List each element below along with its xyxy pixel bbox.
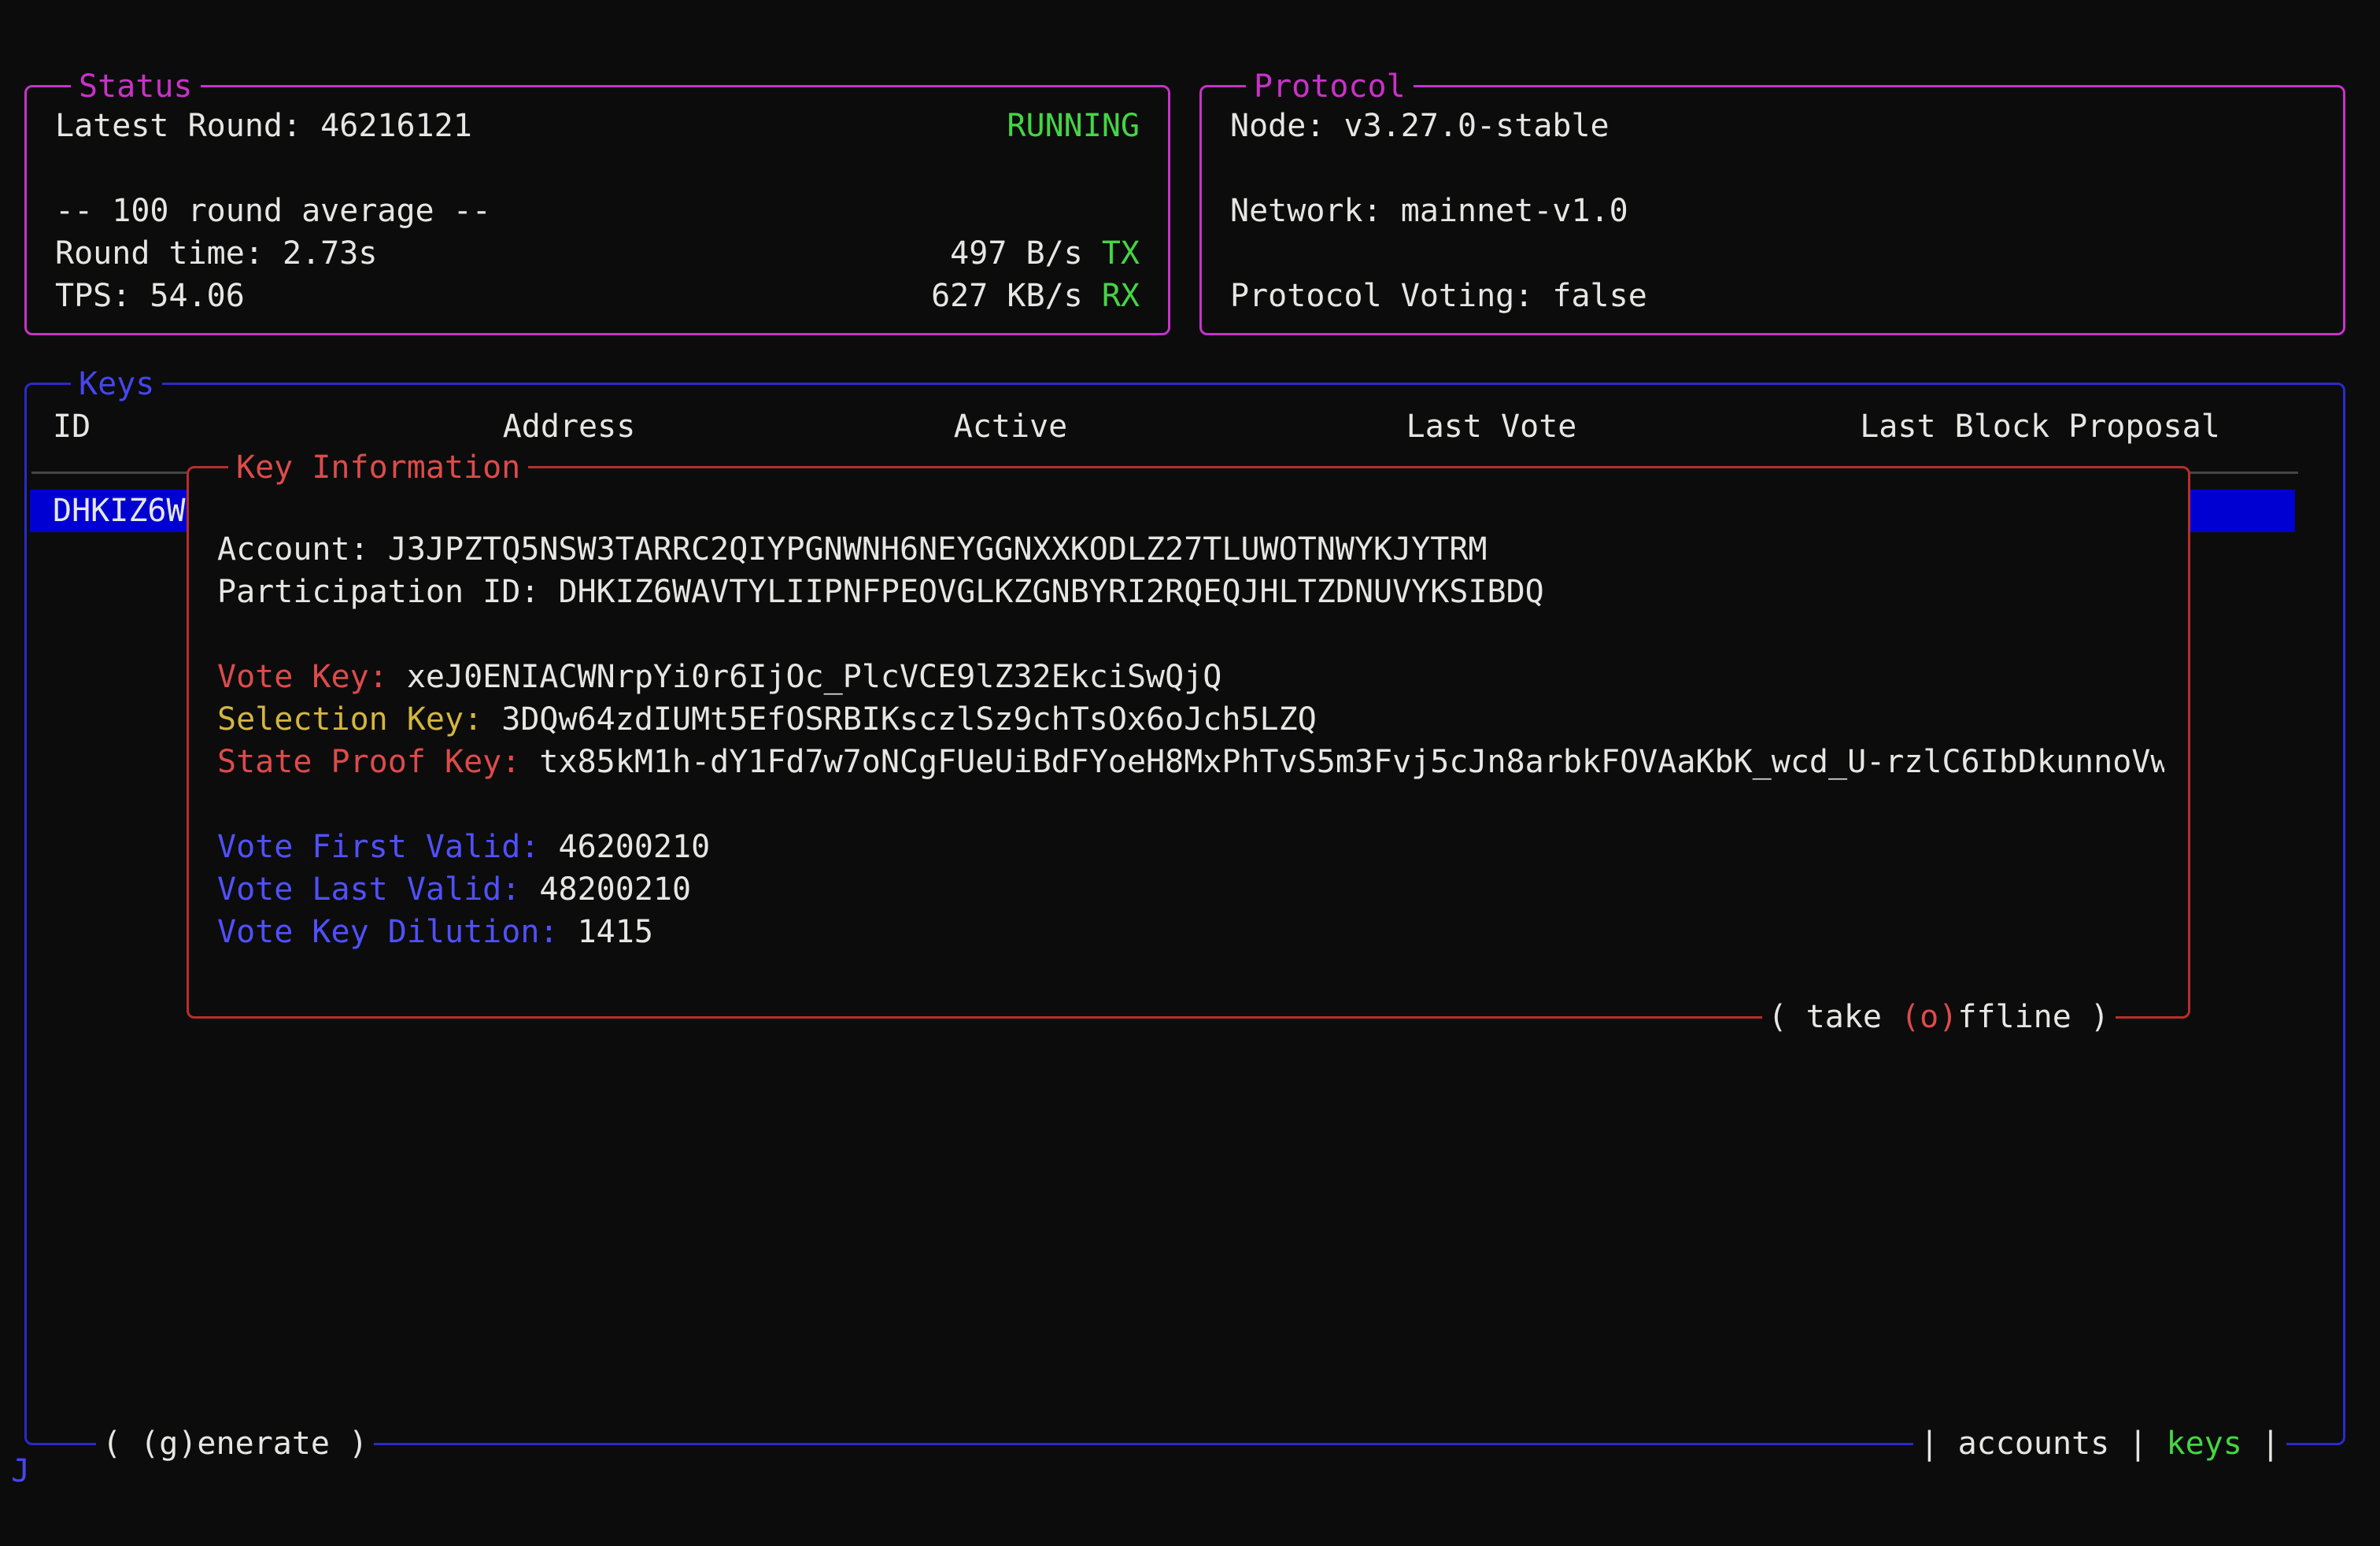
tab-keys[interactable]: keys xyxy=(2167,1426,2242,1462)
latest-round-text: Latest Round: 46216121 xyxy=(55,105,472,147)
network-text: Network: mainnet-v1.0 xyxy=(1230,190,1628,232)
participation-id-label: Participation ID: xyxy=(217,574,539,610)
vote-last-valid-value: 48200210 xyxy=(539,871,691,908)
tx-rate: 497 B/s TX xyxy=(950,232,1140,275)
offline-button-suffix: ffline ) xyxy=(1957,999,2109,1035)
modal-blank-line-1 xyxy=(217,613,2164,656)
vote-key-label: Vote Key: xyxy=(217,659,388,695)
offline-button-prefix: ( take xyxy=(1768,999,1901,1035)
offline-button-hotkey: (o) xyxy=(1901,999,1957,1035)
key-information-modal: Key Information Account: J3JPZTQ5NSW3TAR… xyxy=(187,466,2190,1019)
rx-rate: 627 KB/s RX xyxy=(931,275,1140,317)
status-row-latest-round: Latest Round: 46216121 RUNNING xyxy=(55,105,1140,147)
tab-separator-left: | xyxy=(1920,1426,1957,1462)
terminal-screen: Status Latest Round: 46216121 RUNNING -- … xyxy=(0,0,2380,1546)
round-average-heading: -- 100 round average -- xyxy=(55,190,491,232)
take-offline-button[interactable]: ( take (o)ffline ) xyxy=(1762,996,2116,1038)
column-header-id: ID xyxy=(53,405,91,448)
vote-last-valid-label: Vote Last Valid: xyxy=(217,871,520,908)
status-panel: Status Latest Round: 46216121RUNNING -- … xyxy=(24,85,1170,335)
status-row-blank xyxy=(55,147,1140,190)
vote-key-dilution-line: Vote Key Dilution: 1415 xyxy=(217,911,2164,953)
state-proof-key-value: tx85kM1h-dY1Fd7w7oNCgFUeUiBdFYoeH8MxPhTv… xyxy=(539,744,2164,780)
column-header-active: Active xyxy=(954,405,1068,448)
protocol-row-network: Network: mainnet-v1.0 xyxy=(1230,190,2315,232)
tab-accounts[interactable]: accounts xyxy=(1958,1426,2110,1462)
protocol-panel-body: Node: v3.27.0-stable Network: mainnet-v1… xyxy=(1202,87,2343,317)
protocol-row-blank-2 xyxy=(1230,232,2315,275)
protocol-voting-text: Protocol Voting: false xyxy=(1230,275,1647,317)
column-header-address: Address xyxy=(503,405,636,448)
keys-panel-title: Keys xyxy=(71,363,162,405)
column-header-last-block-proposal: Last Block Proposal xyxy=(1860,405,2220,448)
tab-separator-right: | xyxy=(2242,1426,2280,1462)
protocol-row-blank-1 xyxy=(1230,147,2315,190)
column-header-last-vote: Last Vote xyxy=(1406,405,1577,448)
participation-id-line: Participation ID: DHKIZ6WAVTYLIIPNFPEOVG… xyxy=(217,571,2164,613)
key-information-title: Key Information xyxy=(228,446,528,489)
selection-key-label: Selection Key: xyxy=(217,701,482,738)
round-time-text: Round time: 2.73s xyxy=(55,232,377,275)
protocol-panel: Protocol Node: v3.27.0-stable Network: m… xyxy=(1199,85,2345,335)
tx-rate-label: TX xyxy=(1102,235,1140,272)
account-value: J3JPZTQ5NSW3TARRC2QIYPGNWNH6NEYGGNXXKODL… xyxy=(388,531,1488,568)
tx-rate-value: 497 B/s xyxy=(950,235,1083,272)
tab-separator-mid: | xyxy=(2109,1426,2166,1462)
state-proof-key-label: State Proof Key: xyxy=(217,744,520,780)
protocol-row-voting: Protocol Voting: false xyxy=(1230,275,2315,317)
status-panel-title: Status xyxy=(71,65,201,108)
selection-key-value: 3DQw64zdIUMt5EfOSRBIKsczlSz9chTsOx6oJch5… xyxy=(501,701,1317,738)
stray-terminal-char: J xyxy=(11,1450,30,1492)
state-proof-key-line: State Proof Key: tx85kM1h-dY1Fd7w7oNCgFU… xyxy=(217,741,2164,783)
node-version-text: Node: v3.27.0-stable xyxy=(1230,105,1609,147)
key-information-body: Account: J3JPZTQ5NSW3TARRC2QIYPGNWNH6NEY… xyxy=(189,468,2188,953)
status-row-average: -- 100 round average -- xyxy=(55,190,1140,232)
vote-key-dilution-label: Vote Key Dilution: xyxy=(217,914,558,950)
selection-key-line: Selection Key: 3DQw64zdIUMt5EfOSRBIKsczl… xyxy=(217,698,2164,741)
modal-blank-line-2 xyxy=(217,783,2164,826)
generate-key-button[interactable]: ( (g)enerate ) xyxy=(96,1422,374,1465)
protocol-row-node: Node: v3.27.0-stable xyxy=(1230,105,2315,147)
vote-key-value: xeJ0ENIACWNrpYi0r6IjOc_PlcVCE9lZ32EkciSw… xyxy=(407,659,1222,695)
status-panel-body: Latest Round: 46216121 RUNNING -- 100 rou… xyxy=(27,87,1168,317)
tps-text: TPS: 54.06 xyxy=(55,275,245,317)
rx-rate-label: RX xyxy=(1102,278,1140,314)
rx-rate-value: 627 KB/s xyxy=(931,278,1083,314)
footer-tab-bar: | accounts | keys | xyxy=(1913,1422,2286,1465)
vote-first-valid-line: Vote First Valid: 46200210 xyxy=(217,826,2164,868)
vote-key-dilution-value: 1415 xyxy=(578,914,653,950)
protocol-panel-title: Protocol xyxy=(1246,65,1414,108)
account-label: Account: xyxy=(217,531,369,568)
vote-first-valid-label: Vote First Valid: xyxy=(217,829,539,865)
vote-last-valid-line: Vote Last Valid: 48200210 xyxy=(217,868,2164,911)
account-line: Account: J3JPZTQ5NSW3TARRC2QIYPGNWNH6NEY… xyxy=(217,528,2164,571)
status-row-tps: TPS: 54.06 627 KB/s RX xyxy=(55,275,1140,317)
status-row-round-time: Round time: 2.73s 497 B/s TX xyxy=(55,232,1140,275)
node-state-badge: RUNNING xyxy=(1007,105,1140,147)
vote-key-line: Vote Key: xeJ0ENIACWNrpYi0r6IjOc_PlcVCE9… xyxy=(217,656,2164,698)
participation-id-value: DHKIZ6WAVTYLIIPNFPEOVGLKZGNBYRI2RQEQJHLT… xyxy=(559,574,1544,610)
selected-key-id: DHKIZ6W xyxy=(30,493,186,529)
vote-first-valid-value: 46200210 xyxy=(559,829,711,865)
